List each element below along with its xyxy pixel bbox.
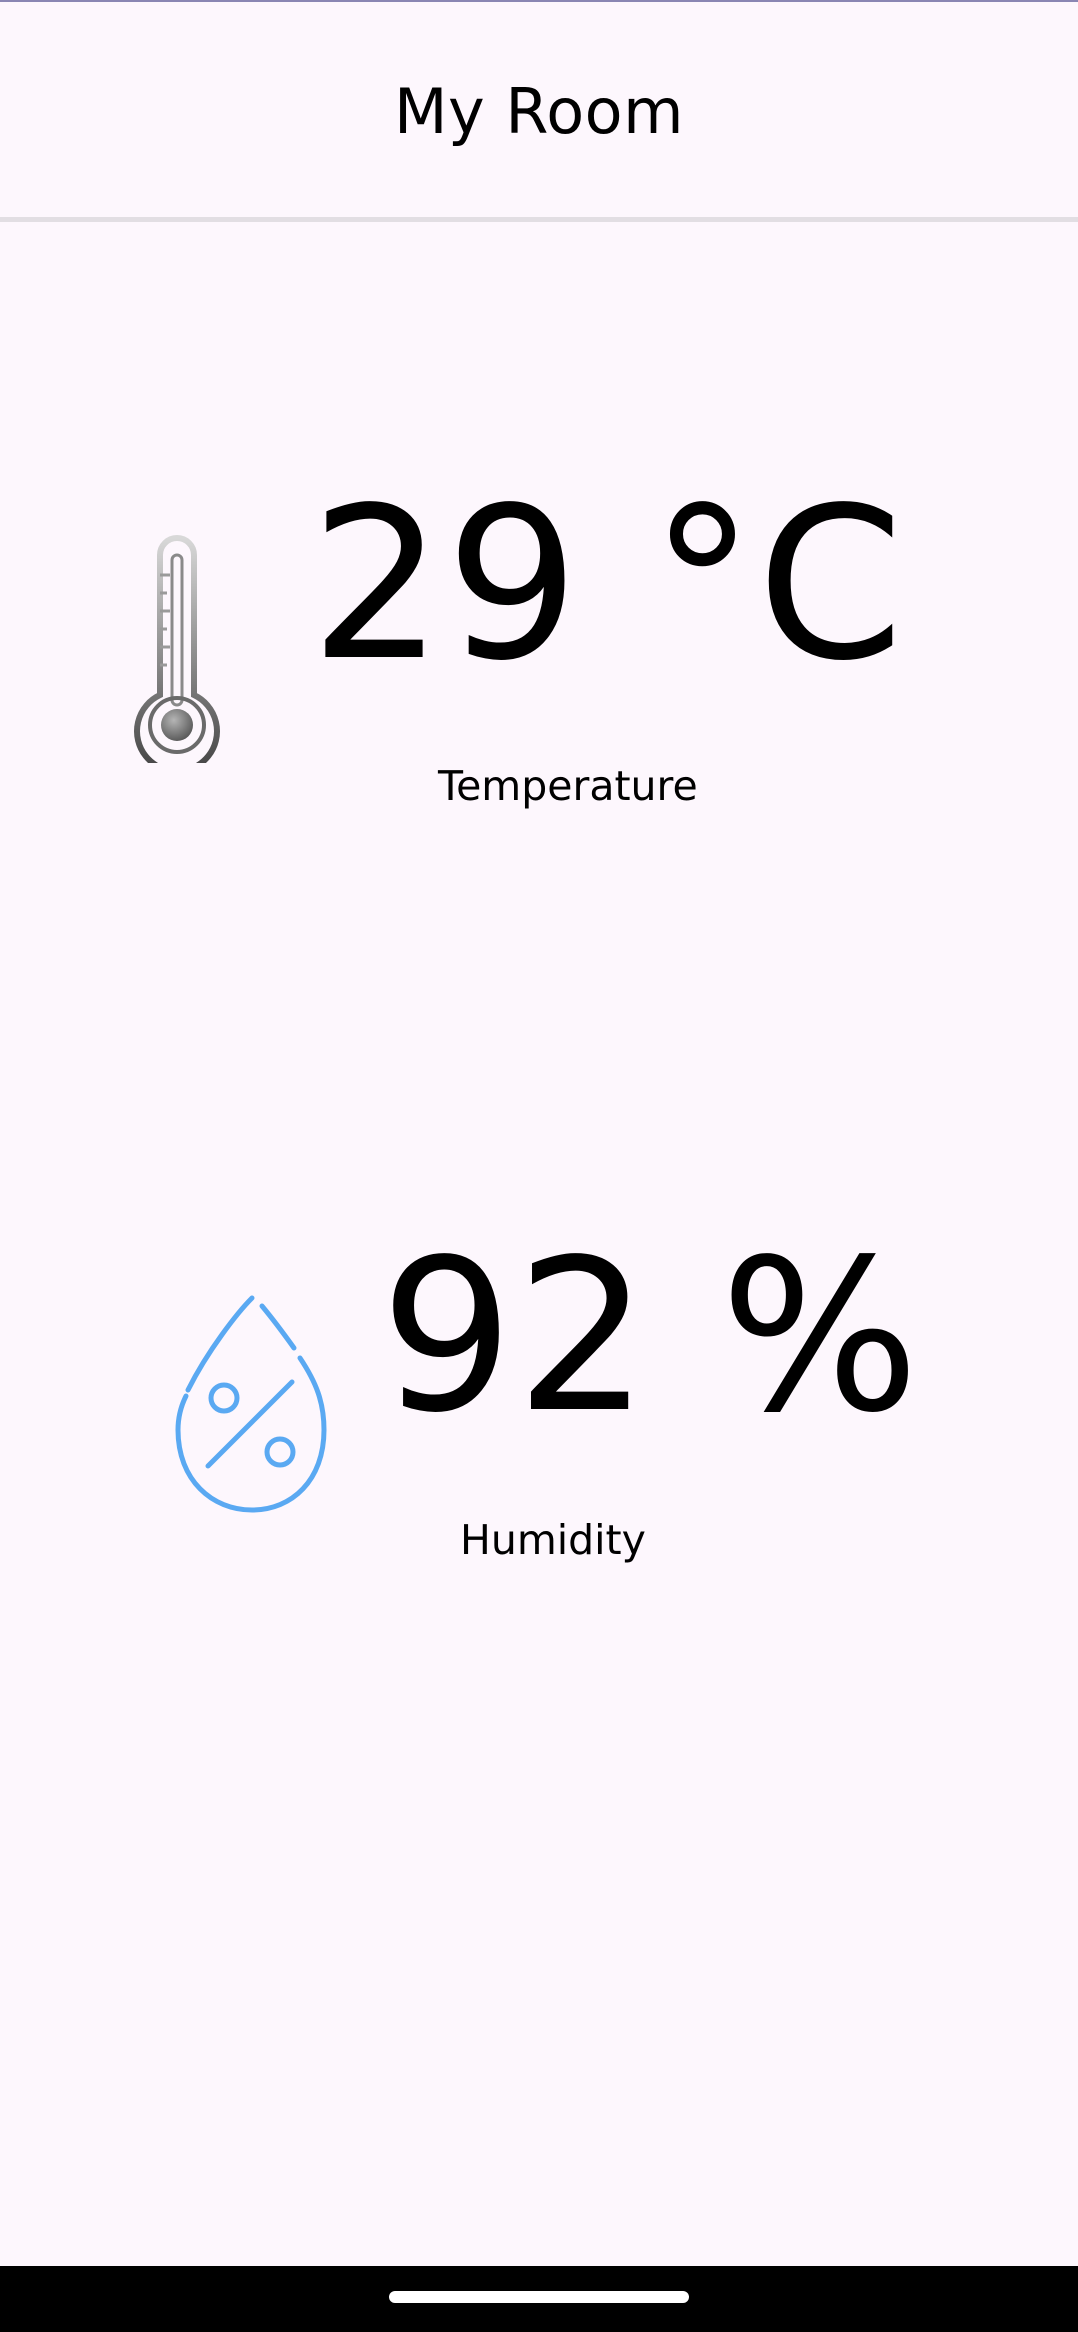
- thermometer-icon: [126, 535, 228, 775]
- header-divider: [0, 217, 1078, 222]
- temperature-label: Temperature: [438, 762, 698, 810]
- humidity-drop-icon: [168, 1290, 336, 1518]
- system-nav-bar: [0, 2266, 1078, 2332]
- app-bar: My Room: [0, 2, 1078, 217]
- page-title: My Room: [394, 75, 684, 148]
- temperature-value: 29 °C: [310, 462, 906, 707]
- humidity-value: 92 %: [380, 1214, 922, 1459]
- humidity-label: Humidity: [460, 1516, 646, 1564]
- home-gesture-handle[interactable]: [389, 2291, 689, 2303]
